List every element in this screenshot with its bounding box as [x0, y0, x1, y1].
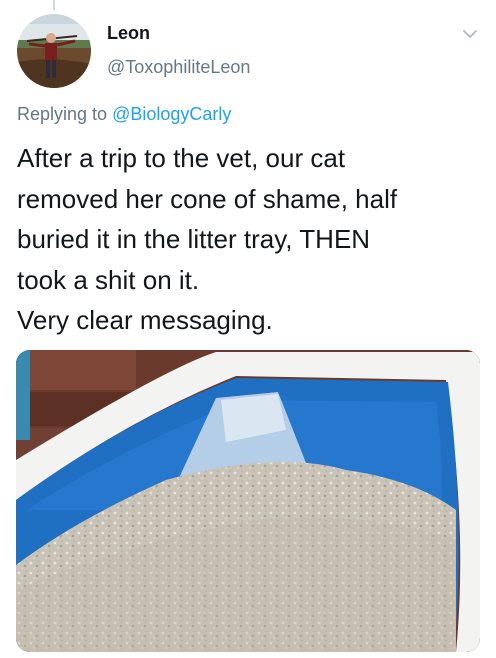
reply-prefix: Replying to [17, 104, 108, 124]
thread-connector-line [53, 0, 55, 10]
author-handle[interactable]: @ToxophiliteLeon [107, 57, 250, 78]
tweet-text-line: Very clear messaging. [17, 305, 273, 335]
tweet-text-line: took a shit on it. [17, 264, 200, 295]
tweet-text-line: buried it in the litter tray, THEN [17, 224, 371, 254]
reply-mention-link[interactable]: @BiologyCarly [112, 104, 231, 124]
litter-tray-image [16, 350, 480, 652]
avatar[interactable] [17, 14, 91, 88]
avatar-image [17, 14, 91, 88]
author-name[interactable]: Leon [107, 23, 150, 44]
chevron-down-icon[interactable] [461, 25, 479, 43]
tweet-photo[interactable] [16, 350, 480, 652]
reply-context: Replying to @BiologyCarly [17, 104, 231, 125]
tweet-text: After a trip to the vet, our cat removed… [17, 138, 487, 341]
tweet-text-line: After a trip to the vet, our cat [17, 143, 346, 173]
tweet-text-line: removed her cone of shame, half [17, 183, 398, 214]
